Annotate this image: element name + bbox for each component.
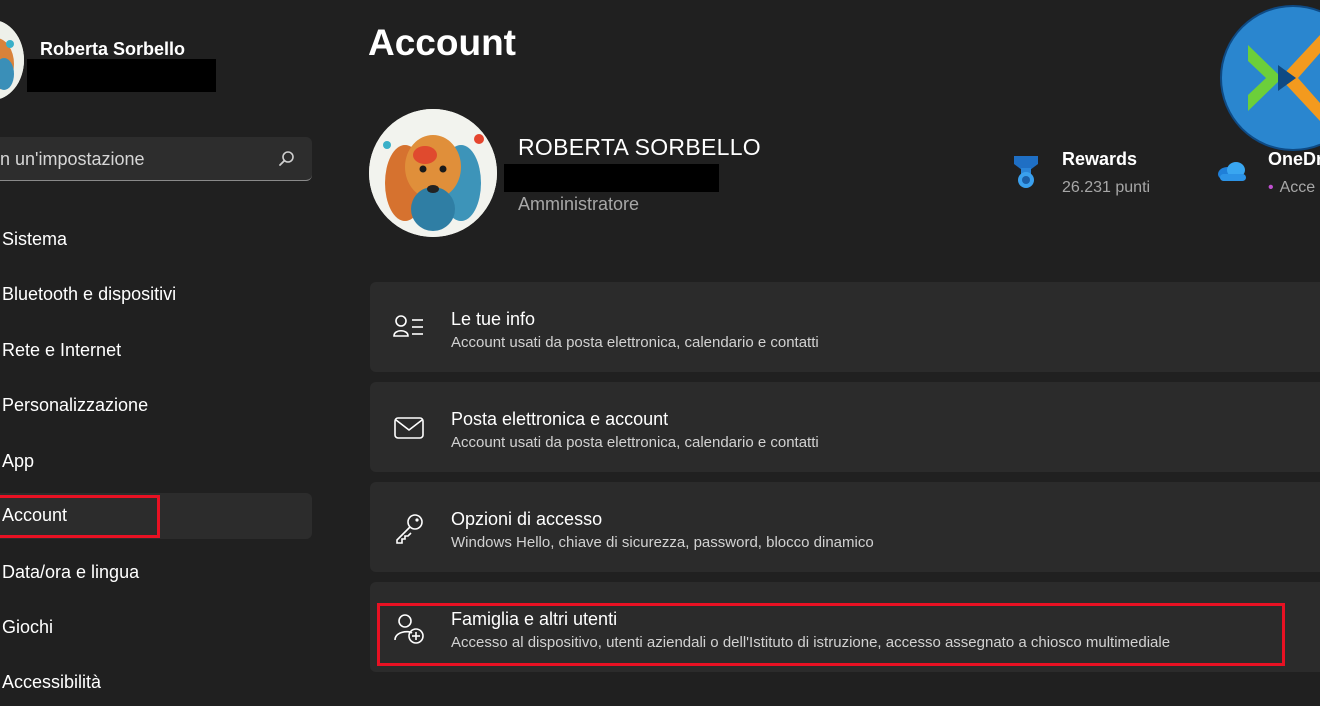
sidebar-item-label: Bluetooth e dispositivi (2, 284, 177, 304)
avatar[interactable] (0, 20, 24, 100)
card-le-tue-info[interactable]: Le tue info Account usati da posta elett… (370, 282, 1320, 372)
card-title: Le tue info (451, 309, 536, 329)
person-add-icon (394, 614, 424, 644)
card-description: Account usati da posta elettronica, cale… (451, 334, 819, 351)
card-title: Posta elettronica e account (451, 409, 669, 429)
onedrive-cloud-icon[interactable] (1216, 160, 1248, 182)
onedrive-status-text: Acce (1279, 179, 1316, 196)
sidebar-username: Roberta Sorbello (40, 39, 186, 59)
sidebar: Roberta Sorbello n un'impostazione Siste… (0, 0, 340, 692)
card-description: Accesso al dispositivo, utenti aziendali… (451, 634, 1171, 651)
rewards-medal-icon[interactable] (1010, 154, 1042, 190)
person-list-icon (393, 315, 423, 337)
sidebar-item-app[interactable]: App (0, 439, 312, 485)
search-placeholder: n un'impostazione (0, 149, 145, 169)
sidebar-item-giochi[interactable]: Giochi (0, 605, 312, 651)
redacted-email (27, 59, 216, 92)
app-logo-icon (1220, 5, 1320, 151)
onedrive-title[interactable]: OneDr (1268, 149, 1320, 170)
sidebar-item-personalizzazione[interactable]: Personalizzazione (0, 383, 312, 429)
redacted-profile-email (504, 164, 719, 192)
card-posta-elettronica[interactable]: Posta elettronica e account Account usat… (370, 382, 1320, 472)
card-title: Famiglia e altri utenti (451, 609, 618, 629)
key-icon (396, 514, 423, 544)
profile-role: Amministratore (518, 194, 640, 214)
sidebar-item-accessibilita[interactable]: Accessibilità (0, 660, 312, 706)
sidebar-item-label: Account (2, 505, 68, 525)
mail-icon (394, 417, 424, 439)
search-input[interactable]: n un'impostazione (0, 137, 312, 181)
card-famiglia-altri-utenti[interactable]: Famiglia e altri utenti Accesso al dispo… (370, 582, 1320, 672)
sidebar-item-label: App (2, 451, 35, 471)
sidebar-item-label: Personalizzazione (2, 395, 149, 415)
sidebar-item-label: Sistema (2, 229, 68, 249)
sidebar-item-label: Giochi (2, 617, 54, 637)
card-description: Windows Hello, chiave di sicurezza, pass… (451, 534, 874, 551)
sidebar-item-label: Data/ora e lingua (2, 562, 140, 582)
card-title: Opzioni di accesso (451, 509, 603, 529)
profile-picture (369, 109, 497, 237)
card-description: Account usati da posta elettronica, cale… (451, 434, 819, 451)
search-icon[interactable] (278, 150, 296, 168)
card-opzioni-di-accesso[interactable]: Opzioni di accesso Windows Hello, chiave… (370, 482, 1320, 572)
sidebar-item-sistema[interactable]: Sistema (0, 217, 312, 263)
onedrive-status: • Acce (1268, 179, 1315, 197)
rewards-title[interactable]: Rewards (1062, 149, 1137, 170)
sidebar-item-label: Accessibilità (2, 672, 102, 692)
sidebar-item-data-ora[interactable]: Data/ora e lingua (0, 550, 312, 596)
sidebar-item-label: Rete e Internet (2, 340, 122, 360)
profile-name: ROBERTA SORBELLO (518, 134, 761, 160)
status-dot-icon: • (1268, 179, 1274, 196)
sidebar-item-rete[interactable]: Rete e Internet (0, 328, 312, 374)
page-title: Account (368, 22, 516, 63)
rewards-points: 26.231 punti (1062, 179, 1151, 196)
sidebar-item-account[interactable]: Account (0, 493, 312, 539)
sidebar-item-bluetooth[interactable]: Bluetooth e dispositivi (0, 272, 312, 318)
